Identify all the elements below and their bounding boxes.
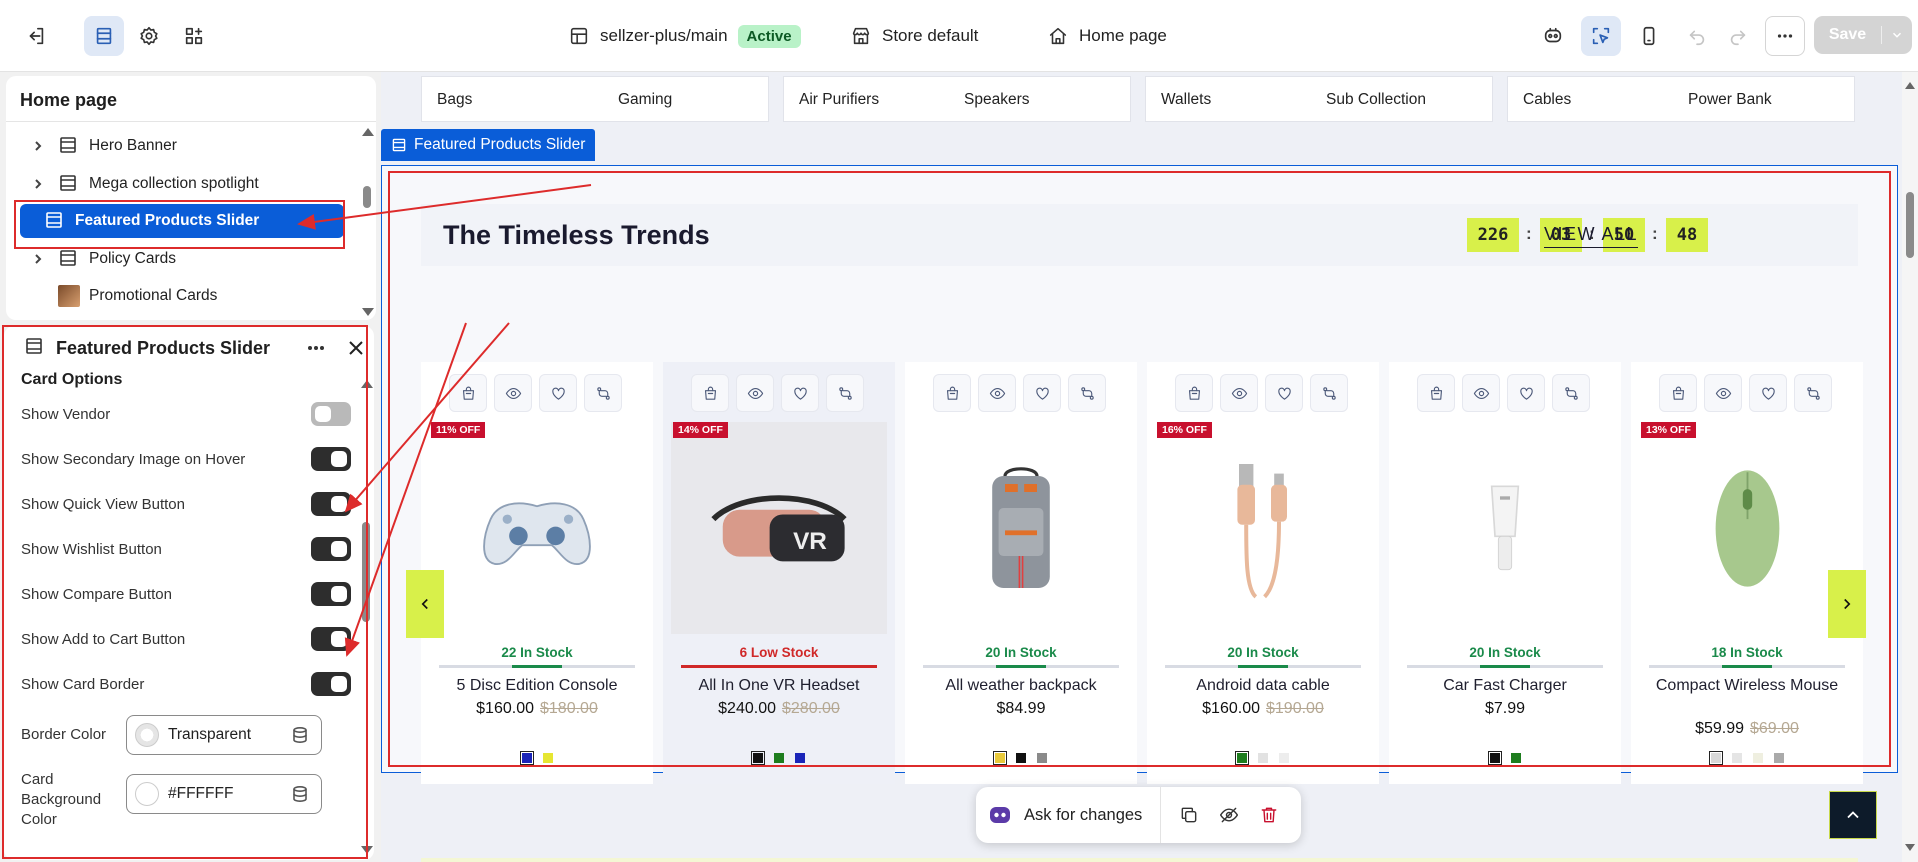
collection-link[interactable]: Bags (437, 91, 472, 109)
settings-icon[interactable] (129, 16, 169, 56)
chevron-right-icon[interactable] (32, 253, 50, 265)
section-icon (392, 138, 406, 152)
repo-name: sellzer-plus/main (600, 26, 728, 45)
ask-for-changes-button[interactable]: Ask for changes (976, 787, 1162, 843)
tree-item-label: Mega collection spotlight (89, 175, 259, 192)
collection-link[interactable]: Cables (1523, 91, 1571, 109)
section-tab-label: Featured Products Slider (414, 136, 586, 153)
collection-link[interactable]: Air Purifiers (799, 91, 879, 109)
divider (6, 121, 376, 122)
tree-item-mega-collection[interactable]: Mega collection spotlight (6, 167, 356, 201)
inspector-icon[interactable] (1581, 16, 1621, 56)
hide-icon[interactable] (1209, 795, 1249, 835)
ai-assistant-icon (990, 807, 1010, 823)
scroll-thumb[interactable] (1906, 192, 1914, 258)
preview-canvas: Bags Gaming Air Purifiers Speakers Walle… (381, 72, 1918, 862)
collection-link[interactable]: Speakers (964, 91, 1029, 109)
scroll-up-icon[interactable] (362, 128, 374, 136)
redo-icon[interactable] (1718, 16, 1758, 56)
collection-card[interactable]: Wallets Sub Collection (1145, 76, 1493, 122)
next-section-edge (421, 858, 1858, 862)
section-icon (58, 173, 80, 195)
delete-icon[interactable] (1249, 795, 1289, 835)
branch-selector[interactable]: sellzer-plus/main Active (568, 22, 801, 50)
exit-icon[interactable] (16, 16, 56, 56)
collection-link[interactable]: Gaming (618, 91, 672, 109)
chevron-right-icon[interactable] (32, 140, 50, 152)
sections-icon[interactable] (84, 16, 124, 56)
page-name: Home page (1079, 26, 1167, 45)
undo-icon[interactable] (1677, 16, 1717, 56)
scroll-down-icon[interactable] (1905, 844, 1915, 851)
scroll-up-icon[interactable] (1905, 82, 1915, 89)
floating-action-bar: Ask for changes (976, 787, 1301, 843)
tree-item-label: Promotional Cards (89, 287, 218, 304)
page-selector[interactable]: Home page (1047, 22, 1167, 50)
collection-link[interactable]: Wallets (1161, 91, 1211, 109)
top-toolbar: sellzer-plus/main Active Store default H… (0, 0, 1918, 72)
tree-item-label: Policy Cards (89, 250, 176, 267)
save-button[interactable]: Save (1814, 26, 1882, 44)
section-tree-panel: Home page Hero Banner Mega collection sp… (6, 76, 376, 320)
collection-link[interactable]: Power Bank (1688, 91, 1772, 109)
ask-label: Ask for changes (1024, 805, 1143, 824)
section-icon (58, 135, 80, 157)
collection-card[interactable]: Bags Gaming (421, 76, 769, 122)
collection-card[interactable]: Air Purifiers Speakers (783, 76, 1131, 122)
chevron-up-icon (1847, 811, 1859, 819)
save-button-group: Save (1814, 16, 1912, 54)
store-selector[interactable]: Store default (850, 22, 978, 50)
layout-icon (570, 27, 588, 45)
image-thumbnail-icon (58, 285, 80, 307)
annotation-highlight-settings (2, 325, 368, 859)
scroll-down-icon[interactable] (362, 308, 374, 316)
back-to-top-button[interactable] (1829, 791, 1877, 839)
tree-scrollbar[interactable] (363, 186, 371, 208)
tree-item-promotional-cards[interactable]: Promotional Cards (6, 279, 356, 313)
apps-icon[interactable] (174, 16, 214, 56)
more-options-icon[interactable] (1765, 16, 1805, 56)
ai-assistant-icon[interactable] (1533, 16, 1573, 56)
tree-item-hero-banner[interactable]: Hero Banner (6, 129, 356, 163)
annotation-highlight-section (388, 171, 1891, 767)
section-tab[interactable]: Featured Products Slider (381, 129, 596, 161)
collection-card[interactable]: Cables Power Bank (1507, 76, 1855, 122)
tree-item-label: Hero Banner (89, 137, 177, 154)
duplicate-icon[interactable] (1169, 795, 1209, 835)
chevron-down-icon[interactable] (1882, 28, 1912, 42)
section-icon (58, 248, 80, 270)
chevron-right-icon[interactable] (32, 178, 50, 190)
store-icon (852, 27, 870, 45)
collection-link[interactable]: Sub Collection (1326, 91, 1426, 109)
home-icon (1049, 27, 1067, 45)
mobile-preview-icon[interactable] (1629, 16, 1669, 56)
canvas-scrollbar[interactable] (1902, 72, 1918, 862)
store-name: Store default (882, 26, 979, 45)
status-badge: Active (737, 24, 801, 48)
panel-title: Home page (20, 90, 118, 110)
annotation-highlight-tree (14, 200, 345, 249)
